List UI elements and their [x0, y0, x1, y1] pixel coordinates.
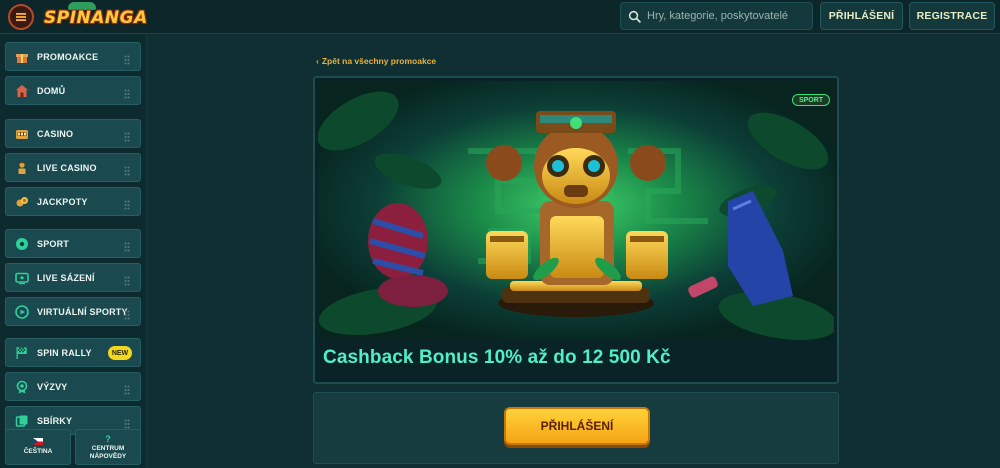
race-flag-icon: [15, 346, 29, 360]
sidebar: PROMOAKCE DOMŮ CASINO LIVE CASINO JACKPO…: [0, 35, 147, 468]
sidebar-item-virtualni-sporty[interactable]: VIRTUÁLNÍ SPORTY: [5, 297, 141, 326]
sidebar-item-sport[interactable]: SPORT: [5, 229, 141, 258]
sport-tag-badge: SPORT: [792, 94, 830, 106]
top-bar: SPINANGA PŘIHLÁŠENÍ REGISTRACE: [0, 0, 1000, 34]
slot-machine-icon: [15, 127, 29, 141]
help-label-line-1: CENTRUM: [91, 444, 125, 452]
promo-banner-image: SPORT: [318, 81, 834, 340]
register-button[interactable]: REGISTRACE: [909, 2, 995, 30]
sidebar-item-live-sazeni[interactable]: LIVE SÁZENÍ: [5, 263, 141, 292]
back-to-promotions-link[interactable]: ‹ Zpět na všechny promoakce: [316, 56, 436, 66]
collection-icon: [15, 414, 29, 428]
help-label-line-2: NÁPOVĚDY: [89, 452, 127, 460]
sidebar-item-jackpoty[interactable]: JACKPOTY: [5, 187, 141, 216]
play-icon: [15, 304, 29, 319]
drag-handle-icon[interactable]: [124, 307, 130, 320]
home-icon: [15, 84, 29, 98]
gift-icon: [15, 50, 29, 64]
chevron-left-icon: ‹: [316, 56, 319, 66]
drag-handle-icon[interactable]: [124, 382, 130, 395]
hamburger-icon: [16, 13, 26, 21]
sidebar-item-domu[interactable]: DOMŮ: [5, 76, 141, 105]
cta-login-button[interactable]: PŘIHLÁŠENÍ: [504, 407, 650, 445]
promo-card: SPORT Cashback Bonus 10% až do 12 500 Kč: [313, 76, 839, 384]
login-button[interactable]: PŘIHLÁŠENÍ: [820, 2, 903, 30]
language-label: ČEŠTINA: [23, 448, 53, 455]
sidebar-item-vyzvy[interactable]: VÝZVY: [5, 372, 141, 401]
cta-panel: PŘIHLÁŠENÍ: [313, 392, 839, 464]
medal-icon: [15, 380, 29, 394]
menu-button[interactable]: [8, 4, 34, 30]
drag-handle-icon[interactable]: [124, 86, 130, 99]
brand-logo[interactable]: SPINANGA: [44, 2, 147, 32]
search-box[interactable]: [620, 2, 813, 30]
sidebar-item-live-casino[interactable]: LIVE CASINO: [5, 153, 141, 182]
sidebar-item-spin-rally[interactable]: SPIN RALLY NEW: [5, 338, 141, 367]
search-input[interactable]: [647, 10, 807, 22]
promo-title: Cashback Bonus 10% až do 12 500 Kč: [323, 347, 671, 368]
logo-text: SPINANGA: [44, 8, 148, 28]
live-tv-icon: [15, 271, 29, 285]
drag-handle-icon[interactable]: [124, 129, 130, 142]
czech-flag-icon: [33, 438, 43, 445]
back-link-label: Zpět na všechny promoakce: [321, 56, 437, 66]
drag-handle-icon[interactable]: [124, 52, 130, 65]
language-selector[interactable]: ČEŠTINA: [5, 429, 71, 465]
sidebar-item-casino[interactable]: CASINO: [5, 119, 141, 148]
drag-handle-icon[interactable]: [124, 273, 130, 286]
sidebar-item-promoakce[interactable]: PROMOAKCE: [5, 42, 141, 71]
dealer-icon: [15, 161, 29, 175]
drag-handle-icon[interactable]: [124, 239, 130, 252]
coins-icon: [15, 195, 29, 209]
help-icon: ?: [105, 433, 111, 444]
search-icon: [621, 10, 647, 23]
new-badge: NEW: [108, 346, 132, 360]
help-center-button[interactable]: ? CENTRUM NÁPOVĚDY: [75, 429, 141, 465]
drag-handle-icon[interactable]: [124, 197, 130, 210]
soccer-ball-icon: [15, 237, 29, 251]
drag-handle-icon[interactable]: [124, 163, 130, 176]
drag-handle-icon[interactable]: [124, 416, 130, 429]
